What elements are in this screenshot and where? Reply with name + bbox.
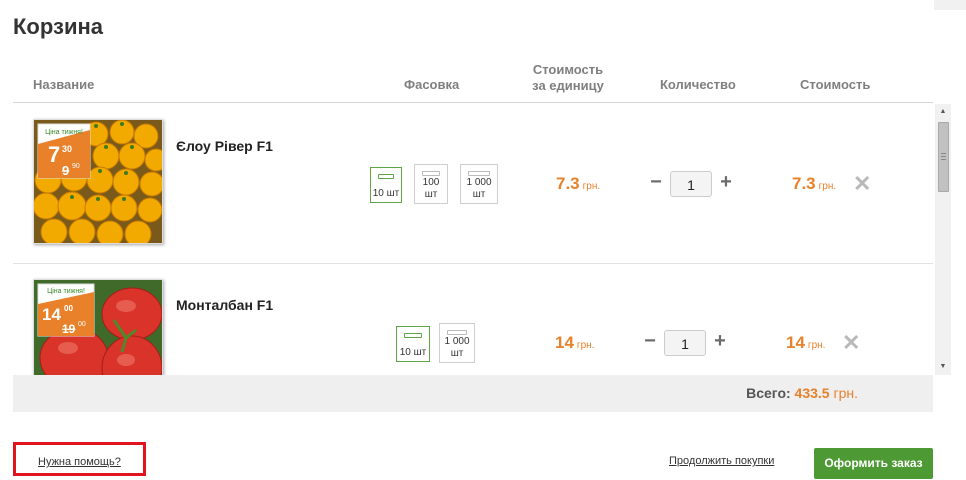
badge-new-price-main: 7 <box>48 142 60 167</box>
cart-total-currency: грн. <box>833 385 858 401</box>
badge-new-price-cents: 00 <box>64 304 73 313</box>
pack-option-label: 10 шт <box>399 347 427 358</box>
unit-price: 14 грн. <box>555 333 594 353</box>
pack-option-label: 1 000 <box>466 177 492 188</box>
quantity-decrease-button[interactable]: − <box>643 331 657 351</box>
cart-total: Всего: 433.5 грн. <box>746 385 858 401</box>
column-header-unit-price-line2: за единицу <box>532 78 604 93</box>
pack-option[interactable]: 100 шт <box>414 164 448 204</box>
badge-old-price-main: 19 <box>62 322 76 336</box>
pack-option-label: 100 <box>422 177 440 188</box>
cart-total-amount: 433.5 <box>794 385 830 401</box>
yellow-tomatoes-product-photo[interactable]: Ціна тижня! 7 30 9 90 <box>33 119 163 244</box>
quantity-increase-button[interactable]: + <box>713 331 727 351</box>
vertical-scrollbar[interactable]: ▲ ▼ <box>935 104 951 375</box>
column-header-name: Название <box>33 77 95 92</box>
top-right-strip <box>934 0 966 10</box>
cart-item-row: Ціна тижня! 7 30 9 90 Єлоу Рівер F1 10 ш… <box>13 104 933 264</box>
cart-items-list: Ціна тижня! 7 30 9 90 Єлоу Рівер F1 10 ш… <box>13 104 933 375</box>
badge-old-price-main: 9 <box>62 163 69 178</box>
line-cost-value: 14 <box>786 333 805 352</box>
pack-option-selected[interactable]: 10 шт <box>370 167 402 203</box>
pack-option-unit: шт <box>424 189 438 200</box>
badge-label: Ціна тижня! <box>47 287 85 295</box>
product-name[interactable]: Єлоу Рівер F1 <box>176 138 273 154</box>
pack-icon <box>422 171 440 176</box>
pack-option-label: 10 шт <box>372 188 400 199</box>
pack-option-unit: шт <box>472 189 486 200</box>
pack-icon <box>404 333 422 338</box>
quantity-input[interactable]: 1 <box>670 171 712 197</box>
help-link[interactable]: Нужна помощь? <box>38 456 121 468</box>
page-title: Корзина <box>13 14 103 39</box>
red-tomatoes-product-photo[interactable]: Ціна тижня! 14 00 19 00 <box>33 279 163 375</box>
product-name[interactable]: Монталбан F1 <box>176 297 273 313</box>
pack-icon <box>447 330 467 335</box>
pack-option-label: 1 000 <box>444 336 470 347</box>
badge-new-price-cents: 30 <box>62 144 72 154</box>
pack-option[interactable]: 1 000 шт <box>439 323 475 363</box>
line-cost: 14 грн. <box>786 333 825 353</box>
line-cost-currency: грн. <box>807 340 826 351</box>
quantity-input[interactable]: 1 <box>664 330 706 356</box>
remove-item-icon[interactable]: ✕ <box>842 332 860 354</box>
unit-price-value: 14 <box>555 333 574 352</box>
scroll-down-arrow-icon[interactable]: ▼ <box>935 359 951 375</box>
pack-icon <box>378 174 394 179</box>
badge-new-price-main: 14 <box>42 305 61 324</box>
column-header-cost: Стоимость <box>800 77 871 92</box>
column-header-unit-price: Стоимость за единицу <box>523 62 613 94</box>
badge-old-price-cents: 90 <box>72 163 80 170</box>
cart-items-scroll-area[interactable]: Ціна тижня! 7 30 9 90 Єлоу Рівер F1 10 ш… <box>13 104 951 375</box>
cart-table-header: Название Фасовка Стоимость за единицу Ко… <box>13 60 933 103</box>
continue-shopping-link[interactable]: Продолжить покупки <box>669 455 774 467</box>
column-header-unit-price-line1: Стоимость <box>532 62 604 77</box>
pack-icon <box>468 171 490 176</box>
scrollbar-thumb[interactable] <box>938 122 949 192</box>
line-cost-value: 7.3 <box>792 174 816 193</box>
pack-option-unit: шт <box>450 348 464 359</box>
quantity-decrease-button[interactable]: − <box>649 172 663 192</box>
unit-price-currency: грн. <box>576 340 595 351</box>
cart-total-label: Всего: <box>746 385 791 401</box>
quantity-increase-button[interactable]: + <box>719 172 733 192</box>
pack-option[interactable]: 1 000 шт <box>460 164 498 204</box>
line-cost-currency: грн. <box>818 181 837 192</box>
line-cost: 7.3 грн. <box>792 174 836 194</box>
unit-price-currency: грн. <box>582 181 601 192</box>
scroll-up-arrow-icon[interactable]: ▲ <box>935 104 951 120</box>
column-header-packing: Фасовка <box>404 77 460 92</box>
unit-price: 7.3 грн. <box>556 174 600 194</box>
cart-total-bar: Всего: 433.5 грн. <box>13 375 933 412</box>
unit-price-value: 7.3 <box>556 174 580 193</box>
cart-item-row: Ціна тижня! 14 00 19 00 Монталбан F1 10 … <box>13 264 933 375</box>
badge-label: Ціна тижня! <box>45 128 83 136</box>
checkout-button[interactable]: Оформить заказ <box>814 448 933 479</box>
pack-option-selected[interactable]: 10 шт <box>396 326 430 362</box>
remove-item-icon[interactable]: ✕ <box>853 173 871 195</box>
column-header-quantity: Количество <box>660 77 736 92</box>
badge-old-price-cents: 00 <box>78 321 86 328</box>
